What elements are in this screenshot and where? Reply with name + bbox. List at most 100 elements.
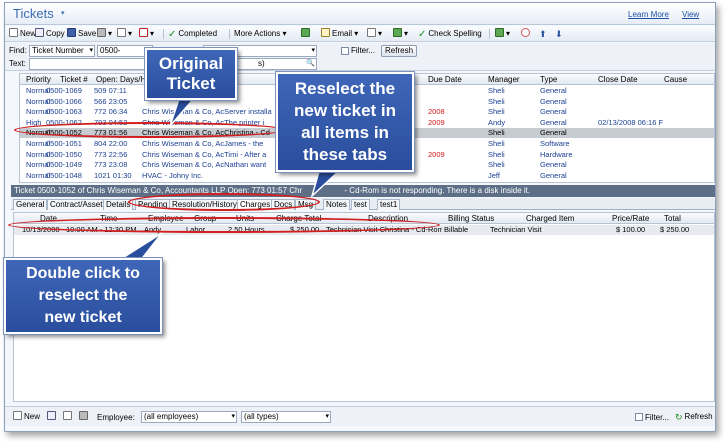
- tab-notes[interactable]: Notes: [323, 199, 350, 210]
- globe-icon: [393, 28, 402, 37]
- ticket-cell-type: General: [540, 128, 567, 138]
- charge-billing-status: Billable: [444, 225, 469, 234]
- charge-item: Technician Visit: [490, 225, 542, 234]
- new-button[interactable]: New: [9, 28, 36, 40]
- new-document-icon: [13, 411, 22, 420]
- ticket-cell-type: Hardware: [540, 149, 573, 159]
- pdf-button[interactable]: ▾: [139, 28, 154, 40]
- charge-row-highlight: [8, 217, 440, 233]
- people-icon: [79, 411, 88, 420]
- refresh-button[interactable]: Refresh: [381, 45, 418, 57]
- attachment-icon: [367, 28, 376, 37]
- column-header[interactable]: Type: [540, 75, 557, 84]
- charge-row-total: $ 250.00: [660, 225, 690, 234]
- find-label: Find:: [9, 46, 27, 55]
- copy-charge-button[interactable]: [47, 411, 58, 423]
- ticket-row[interactable]: Normal 0500-1048 1021 01:30 HVAC - Johny In…: [20, 170, 714, 181]
- excel-button[interactable]: ▾: [495, 28, 510, 40]
- checkmark-icon: ✓: [168, 29, 177, 40]
- tab-contract-asset[interactable]: Contract/Asset: [47, 199, 106, 210]
- ticket-cell-ticket: 0500-1063: [46, 107, 82, 117]
- column-header[interactable]: Charged Item: [526, 214, 574, 223]
- tab-test[interactable]: test: [351, 199, 370, 210]
- chevron-down-icon: ▾: [231, 413, 235, 420]
- title-dropdown-icon[interactable]: ▾: [61, 9, 65, 17]
- move-down-button[interactable]: ⬇: [555, 28, 565, 40]
- refresh-tool-button[interactable]: ▾: [393, 28, 408, 40]
- employee-select[interactable]: (all employees) ▾: [141, 411, 237, 423]
- ticket-cell-type: Software: [540, 139, 570, 148]
- filter-label: Filter...: [351, 46, 376, 55]
- chevron-down-icon: ▾: [89, 47, 93, 54]
- column-header[interactable]: Ticket #: [60, 75, 88, 84]
- column-header[interactable]: Manager: [488, 75, 520, 84]
- bottom-refresh-button[interactable]: ↻ Refresh: [675, 411, 713, 423]
- find-bar: Find: Ticket Number ▾ 0500- ▾ Filter... R…: [5, 43, 715, 71]
- original-ticket-callout: Original Ticket: [144, 47, 238, 101]
- employee-label: Employee:: [97, 413, 135, 422]
- print-button[interactable]: ▾: [97, 28, 112, 40]
- column-header[interactable]: Total: [664, 214, 681, 223]
- column-header[interactable]: Price/Rate: [612, 214, 649, 223]
- ticket-cell-due: 2009: [428, 149, 445, 159]
- charge-price-rate: $ 100.00: [616, 225, 646, 234]
- ticket-cell-ticket: 0500-1050: [46, 149, 82, 159]
- envelope-icon: [321, 28, 330, 37]
- column-header[interactable]: Billing Status: [448, 214, 494, 223]
- view-link[interactable]: View: [682, 10, 699, 19]
- column-header[interactable]: Priority: [26, 75, 51, 84]
- attach-button[interactable]: ▾: [367, 28, 382, 40]
- chevron-down-icon: ▾: [311, 47, 315, 54]
- pdf-icon: [139, 28, 148, 37]
- more-actions-button[interactable]: More Actions ▾: [234, 28, 287, 40]
- ticket-cell-ticket: 0500-1069: [46, 86, 82, 95]
- filter-checkbox[interactable]: [341, 47, 349, 55]
- ticket-cell-manager: Sheli: [488, 149, 505, 159]
- clock-icon: [521, 28, 530, 37]
- ticket-cell-type: General: [540, 86, 567, 95]
- check-spelling-button[interactable]: ✓ Check Spelling: [418, 28, 482, 40]
- ticket-cell-open: 1021 01:30: [94, 170, 132, 180]
- column-header[interactable]: Cause: [664, 75, 687, 84]
- ticket-cell-due: 2009: [428, 117, 445, 127]
- type-select[interactable]: (all types) ▾: [241, 411, 331, 423]
- ticket-cell-close: 02/13/2008 06:16 F: [598, 117, 664, 127]
- phone-button[interactable]: [301, 28, 312, 40]
- edit-charge-button[interactable]: [63, 411, 74, 423]
- search-icon[interactable]: 🔍: [306, 59, 315, 69]
- learn-more-link[interactable]: Learn More: [628, 10, 669, 19]
- chevron-down-icon: ▾: [325, 413, 329, 420]
- ticket-cell-manager: Jeff: [488, 170, 500, 180]
- email-button[interactable]: Email ▾: [321, 28, 358, 40]
- tab-test1[interactable]: test1: [377, 199, 401, 210]
- bottom-filter-checkbox[interactable]: [635, 413, 643, 421]
- column-header[interactable]: Close Date: [598, 75, 638, 84]
- ticket-cell-ticket: 0500-1051: [46, 139, 82, 148]
- move-up-button[interactable]: ⬆: [539, 28, 549, 40]
- ticket-cell-type: General: [540, 96, 567, 106]
- ticket-cell-ticket: 0500-1066: [46, 96, 82, 106]
- copy-button[interactable]: Copy: [35, 28, 65, 40]
- ticket-cell-open: 566 23:05: [94, 96, 128, 106]
- employee-filter-icon-button[interactable]: [79, 411, 90, 423]
- find-field-select[interactable]: Ticket Number ▾: [29, 45, 95, 57]
- arrow-down-icon: ⬇: [555, 29, 563, 39]
- tabs-highlight: [128, 193, 320, 211]
- save-icon: [67, 28, 76, 37]
- page-setup-button[interactable]: ▾: [117, 28, 132, 40]
- ticket-cell-due: 2008: [428, 107, 445, 117]
- new-charge-button[interactable]: New: [13, 411, 40, 423]
- tab-general[interactable]: General: [13, 199, 48, 210]
- timer-button[interactable]: [521, 28, 532, 40]
- edit-icon: [63, 411, 72, 420]
- column-header[interactable]: Due Date: [428, 75, 462, 84]
- save-button[interactable]: Save: [67, 28, 96, 40]
- refresh-icon: ↻: [675, 412, 683, 422]
- detail-tabs: General Contract/Asset Details Pending R…: [11, 198, 715, 210]
- ticket-cell-type: General: [540, 170, 567, 180]
- toolbar: New Copy Save ▾ ▾ ▾ ✓ Completed More Acti…: [5, 26, 715, 42]
- ticket-cell-open: 804 22:00: [94, 139, 128, 148]
- printer-icon: [97, 28, 106, 37]
- completed-button[interactable]: ✓ Completed: [168, 28, 217, 40]
- toolbar-separator: [489, 29, 490, 39]
